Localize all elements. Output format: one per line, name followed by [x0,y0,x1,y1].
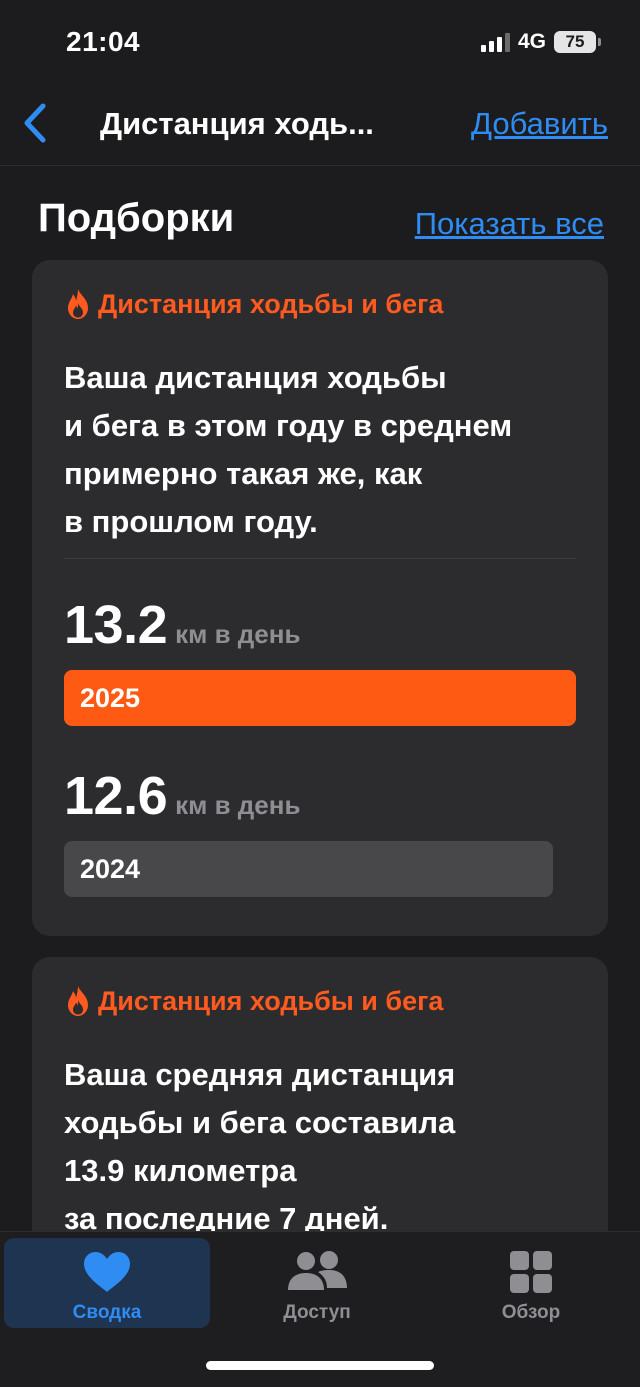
card-text-line: ходьбы и бега составила [64,1105,456,1140]
tab-bar: Сводка Доступ Обзор [0,1231,640,1387]
card-text-line: в прошлом году. [64,504,318,539]
tab-label: Сводка [72,1302,142,1323]
metric-unit: км в день [175,790,301,820]
flame-icon [68,986,88,1016]
add-button[interactable]: Добавить [471,106,608,142]
back-button[interactable] [14,98,54,148]
card-text-line: и бега в этом году в среднем [64,408,513,443]
highlight-card[interactable]: Дистанция ходьбы и бега Ваша дистанция х… [32,260,608,936]
card-header: Дистанция ходьбы и бега [64,288,443,320]
divider [64,558,576,559]
chevron-left-icon [24,103,46,143]
card-description: Ваша дистанция ходьбы и бега в этом году… [64,354,584,546]
highlight-card[interactable]: Дистанция ходьбы и бега Ваша средняя дис… [32,957,608,1247]
metric-unit: км в день [175,619,301,649]
tab-summary[interactable]: Сводка [4,1238,210,1328]
card-header: Дистанция ходьбы и бега [64,985,443,1017]
section-title: Подборки [38,196,235,240]
bar-year-label: 2025 [80,683,141,713]
battery-icon: 75 [554,31,601,53]
page-title: Дистанция ходь... [100,106,374,141]
tab-label: Доступ [283,1302,351,1323]
navigation-bar: Дистанция ходь... Добавить [0,88,640,166]
card-text-line: Ваша средняя дистанция [64,1057,456,1092]
status-time: 21:04 [66,26,141,57]
card-category: Дистанция ходьбы и бега [98,288,444,319]
tab-sharing[interactable]: Доступ [214,1238,420,1328]
metric-value: 12.6 [64,766,168,826]
home-indicator [206,1361,434,1370]
status-indicators: 4G 75 [480,30,601,54]
tab-browse[interactable]: Обзор [428,1238,634,1328]
card-text-line: 13.9 километра [64,1153,297,1188]
card-category: Дистанция ходьбы и бега [98,985,444,1016]
card-text-line: Ваша дистанция ходьбы [64,360,447,395]
people-icon [288,1251,347,1290]
metric-previous-year: 12.6 км в день [64,765,300,827]
status-bar: 21:04 4G 75 [0,0,640,88]
card-text-line: примерно такая же, как [64,456,423,491]
bar-year-label: 2024 [80,854,141,884]
card-description: Ваша средняя дистанция ходьбы и бега сос… [64,1051,584,1243]
highlights-header: Подборки Показать все [38,196,604,248]
heart-icon [84,1252,130,1292]
flame-icon [68,289,88,319]
cellular-signal-icon [480,32,510,52]
metric-current-year: 13.2 км в день [64,594,300,656]
network-type: 4G [517,30,546,53]
metric-value: 13.2 [64,595,168,655]
comparison-bar-previous: 2024 [64,841,553,897]
grid-icon [510,1251,552,1293]
comparison-bar-current: 2025 [64,670,576,726]
tab-label: Обзор [501,1302,561,1323]
show-all-link[interactable]: Показать все [415,206,604,242]
